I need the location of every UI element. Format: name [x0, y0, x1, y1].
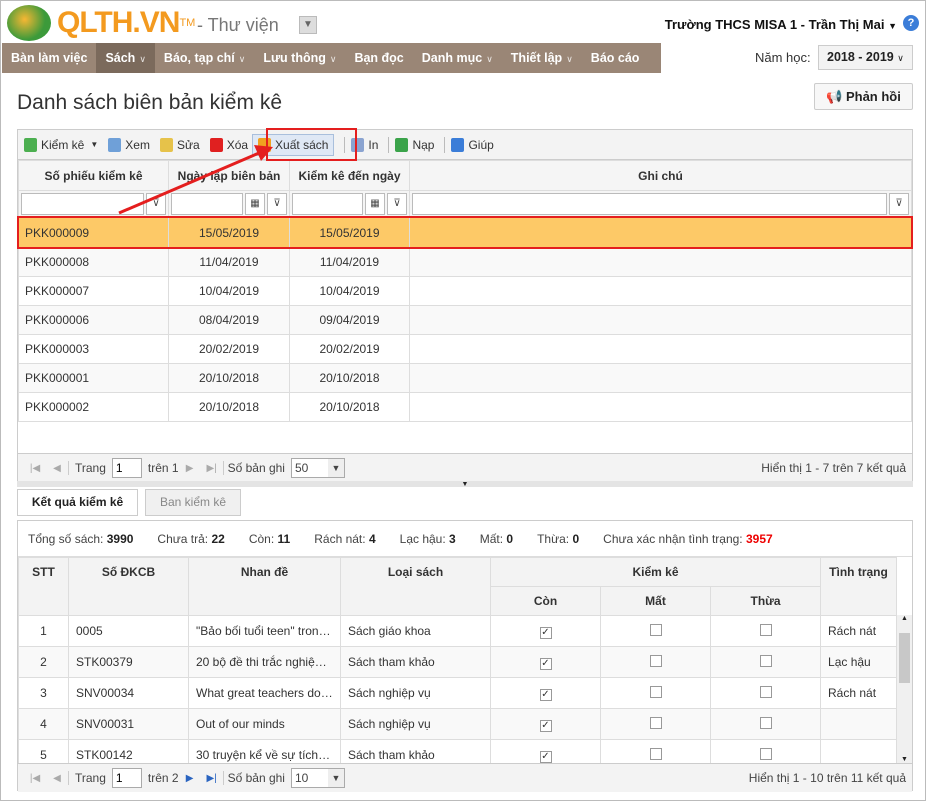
annotation-arrow: [118, 145, 273, 215]
